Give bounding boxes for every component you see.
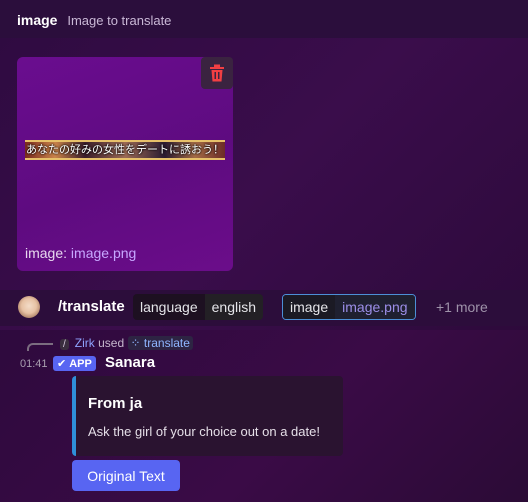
reply-command[interactable]: ⁘ translate [127, 336, 193, 350]
app-badge: ✔ APP [53, 356, 96, 371]
slash-icon: / [60, 339, 69, 350]
apps-icon: ⁘ [130, 336, 141, 350]
delete-attachment-button[interactable] [201, 57, 233, 89]
command-name: /translate [58, 298, 125, 315]
option-description: Image to translate [67, 13, 172, 28]
attachment-area: あなたの好みの女性をデートに誘おう！ image: image.png [0, 38, 528, 330]
app-badge-label: APP [69, 357, 92, 370]
reply-user[interactable]: Zirk [75, 336, 95, 350]
reply-command-name: translate [143, 336, 190, 350]
attachment-label: image: image.png [25, 245, 136, 261]
check-icon: ✔ [57, 358, 67, 370]
attachment-label-prefix: image: [25, 245, 71, 261]
reply-connector [27, 343, 53, 351]
param-value: english [204, 294, 263, 320]
more-params-button[interactable]: +1 more [436, 299, 488, 315]
interaction-reply[interactable]: / Zirk used ⁘ translate [60, 336, 193, 350]
image-preview: あなたの好みの女性をデートに誘おう！ [25, 140, 225, 160]
option-header: image Image to translate [0, 0, 528, 38]
message-timestamp: 01:41 [20, 358, 48, 370]
attachment-filename: image.png [70, 245, 137, 261]
param-language[interactable]: language english [133, 294, 263, 320]
trash-icon [210, 64, 224, 82]
bot-avatar [18, 296, 40, 318]
param-value: image.png [335, 295, 415, 319]
param-name: image [283, 295, 336, 319]
param-name: language [133, 294, 205, 320]
attachment-card[interactable]: あなたの好みの女性をデートに誘おう！ image: image.png [17, 57, 233, 271]
embed-description: Ask the girl of your choice out on a dat… [88, 424, 320, 439]
param-image[interactable]: image image.png [282, 294, 416, 320]
original-text-button[interactable]: Original Text [72, 460, 180, 491]
option-name: image [17, 12, 58, 28]
message-author[interactable]: Sanara [105, 354, 155, 371]
reply-used: used [98, 336, 125, 350]
translation-embed: From ja Ask the girl of your choice out … [72, 376, 343, 456]
command-bar: /translate language english image image.… [0, 290, 528, 326]
embed-title: From ja [88, 395, 143, 412]
